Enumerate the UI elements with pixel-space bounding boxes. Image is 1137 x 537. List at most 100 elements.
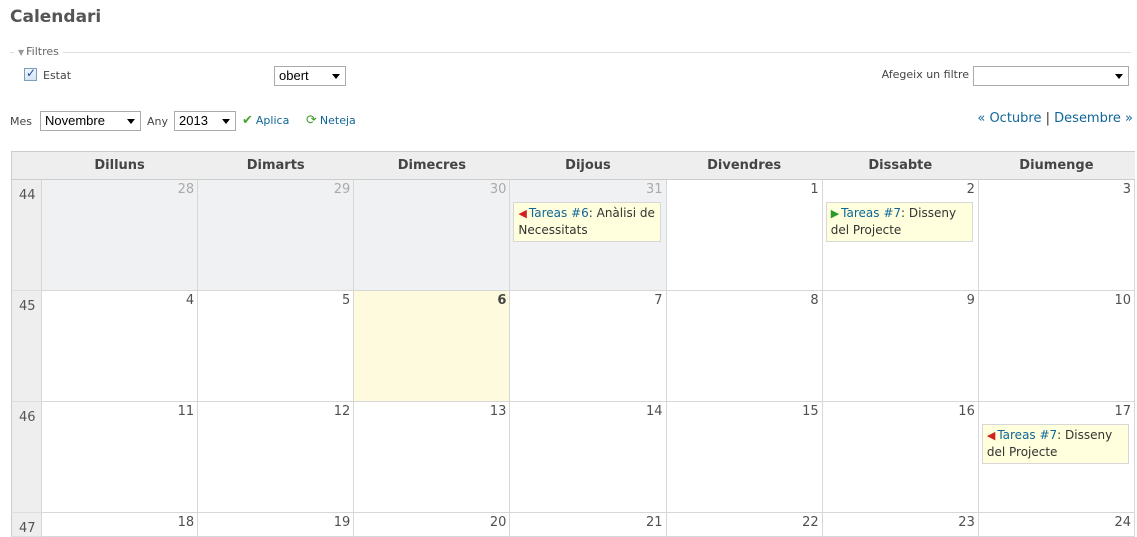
day-cell: 10 bbox=[977, 290, 1136, 402]
calendar-issue: ◀ Tareas #7: Disseny del Projecte bbox=[981, 424, 1129, 464]
calendar-grid: Dilluns Dimarts Dimecres Dijous Divendre… bbox=[11, 151, 1136, 537]
check-icon: ✔ bbox=[242, 113, 253, 128]
week-number: 44 bbox=[11, 179, 42, 291]
calendar-issue: ▶ Tareas #7: Disseny del Projecte bbox=[825, 202, 973, 242]
day-number: 8 bbox=[810, 293, 819, 308]
day-cell: 12 bbox=[197, 401, 355, 513]
previous-month-link[interactable]: « Octubre bbox=[977, 111, 1041, 126]
day-cell: 20 bbox=[353, 512, 511, 537]
weekday-header: Dimecres bbox=[353, 151, 510, 180]
day-number: 30 bbox=[489, 182, 507, 197]
day-cell: 23 bbox=[821, 512, 979, 537]
month-select[interactable]: Novembre bbox=[40, 111, 141, 131]
year-label: Any bbox=[147, 115, 169, 128]
day-number: 3 bbox=[1122, 182, 1131, 197]
day-cell: 11 bbox=[40, 401, 199, 513]
nav-separator: | bbox=[1045, 111, 1051, 126]
day-number: 5 bbox=[342, 293, 351, 308]
issue-link[interactable]: Tareas #7 bbox=[841, 206, 901, 220]
month-label: Mes bbox=[10, 115, 32, 128]
day-number: 21 bbox=[646, 515, 663, 530]
day-cell: 29 bbox=[197, 179, 355, 291]
day-cell: 18 bbox=[40, 512, 199, 537]
day-cell: 14 bbox=[509, 401, 667, 513]
calendar-issue: ◀ Tareas #6: Anàlisi de Necessitats bbox=[513, 202, 661, 242]
add-filter-label: Afegeix un filtre bbox=[881, 68, 969, 81]
clear-label: Neteja bbox=[319, 114, 356, 127]
collapse-triangle-icon: ▼ bbox=[18, 48, 25, 57]
day-number: 18 bbox=[177, 515, 195, 530]
chevron-down-icon bbox=[1115, 74, 1123, 79]
week-number: 45 bbox=[11, 290, 42, 402]
day-number: 24 bbox=[1114, 515, 1131, 530]
day-number: 28 bbox=[177, 182, 195, 197]
day-cell: 16 bbox=[821, 401, 979, 513]
estat-operator-select[interactable]: obert bbox=[274, 66, 346, 86]
day-number: 1 bbox=[810, 182, 819, 197]
page-title: Calendari bbox=[10, 7, 102, 27]
reload-icon: ⟳ bbox=[306, 113, 317, 128]
estat-label: Estat bbox=[43, 69, 72, 82]
filters-toggle[interactable]: ▼ Filtres bbox=[14, 45, 63, 58]
day-number: 15 bbox=[802, 404, 819, 419]
next-month-link[interactable]: Desembre » bbox=[1054, 111, 1133, 126]
day-number: 11 bbox=[177, 404, 195, 419]
day-number: 2 bbox=[966, 182, 975, 197]
filter-estat-row: Estat bbox=[24, 66, 72, 82]
day-number: 20 bbox=[489, 515, 507, 530]
chevron-down-icon bbox=[222, 119, 230, 124]
weekday-header-row: Dilluns Dimarts Dimecres Dijous Divendre… bbox=[11, 151, 1135, 180]
day-number: 22 bbox=[802, 515, 819, 530]
day-number: 19 bbox=[333, 515, 351, 530]
apply-button[interactable]: ✔ Aplica bbox=[242, 113, 289, 128]
day-cell: 13 bbox=[353, 401, 511, 513]
day-cell: 24 bbox=[977, 512, 1136, 537]
clear-button[interactable]: ⟳ Neteja bbox=[306, 113, 356, 128]
day-cell: 28 bbox=[40, 179, 199, 291]
day-cell: 15 bbox=[665, 401, 823, 513]
arrow-left-icon: ◀ bbox=[518, 207, 527, 220]
day-number: 14 bbox=[646, 404, 663, 419]
day-number: 31 bbox=[646, 182, 663, 197]
day-cell: 21 bbox=[509, 512, 667, 537]
day-number: 9 bbox=[966, 293, 975, 308]
month-navigation: « Octubre | Desembre » bbox=[977, 111, 1133, 126]
add-filter-select[interactable] bbox=[973, 66, 1129, 86]
chevron-down-icon bbox=[127, 119, 135, 124]
month-value: Novembre bbox=[45, 113, 105, 128]
day-cell: 31 ◀ Tareas #6: Anàlisi de Necessitats bbox=[509, 179, 667, 291]
day-cell: 22 bbox=[665, 512, 823, 537]
day-cell: 30 bbox=[353, 179, 511, 291]
day-cell: 17 ◀ Tareas #7: Disseny del Projecte bbox=[977, 401, 1136, 513]
week-number: 46 bbox=[11, 401, 42, 513]
weekday-header: Divendres bbox=[666, 151, 823, 180]
filters-divider bbox=[10, 52, 1131, 53]
issue-link[interactable]: Tareas #6 bbox=[529, 206, 589, 220]
day-number: 17 bbox=[1114, 404, 1131, 419]
day-cell: 3 bbox=[977, 179, 1136, 291]
week-row: 46 11 12 13 14 15 16 17 ◀ Tareas #7: Diss… bbox=[11, 401, 1136, 513]
arrow-left-icon: ◀ bbox=[986, 429, 996, 442]
day-cell: 4 bbox=[40, 290, 199, 402]
week-number: 47 bbox=[11, 512, 42, 537]
estat-checkbox[interactable] bbox=[24, 66, 37, 81]
weekday-header: Diumenge bbox=[978, 151, 1135, 180]
day-number: 16 bbox=[958, 404, 975, 419]
chevron-down-icon bbox=[332, 74, 340, 79]
day-number: 29 bbox=[333, 182, 351, 197]
day-cell: 8 bbox=[665, 290, 823, 402]
day-number: 13 bbox=[489, 404, 507, 419]
day-number: 6 bbox=[497, 293, 507, 308]
issue-link[interactable]: Tareas #7 bbox=[997, 428, 1057, 442]
day-number: 12 bbox=[333, 404, 351, 419]
today-cell: 6 bbox=[353, 290, 511, 402]
week-row: 44 28 29 30 31 ◀ Tareas #6: Anàlisi de Ne… bbox=[11, 179, 1136, 291]
weekday-header: Dimarts bbox=[197, 151, 354, 180]
weekday-header: Dijous bbox=[509, 151, 667, 180]
filters-legend-label: Filtres bbox=[26, 45, 59, 58]
day-cell: 5 bbox=[197, 290, 355, 402]
estat-operator-value: obert bbox=[279, 68, 309, 83]
year-select[interactable]: 2013 bbox=[174, 111, 236, 131]
day-cell: 1 bbox=[665, 179, 823, 291]
day-cell: 19 bbox=[197, 512, 355, 537]
